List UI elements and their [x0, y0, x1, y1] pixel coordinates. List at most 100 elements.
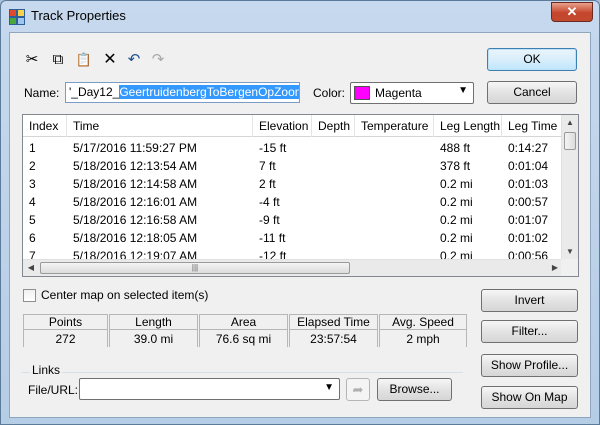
browse-button[interactable]: Browse... [377, 378, 452, 401]
stat-label: Avg. Speed [380, 315, 466, 330]
name-field[interactable]: '_Day12_GeertruidenbergToBergenOpZoom [65, 82, 300, 103]
cell-leg-length: 488 ft [440, 141, 471, 155]
scroll-up-icon[interactable]: ▲ [562, 115, 578, 131]
center-map-checkbox[interactable] [23, 289, 36, 302]
column-header-index[interactable]: Index [23, 115, 67, 137]
cell-elevation: -11 ft [259, 231, 286, 245]
cancel-button[interactable]: Cancel [487, 81, 577, 104]
horizontal-scrollbar[interactable]: ◀ ||| ▶ [23, 259, 563, 276]
cell-index: 5 [29, 213, 36, 227]
cell-temperature [355, 157, 361, 175]
horizontal-scroll-thumb[interactable]: ||| [40, 262, 350, 274]
cell-index: 2 [29, 159, 36, 173]
column-header-leg-time[interactable]: Leg Time [502, 115, 563, 137]
cell-leg-length: 0.2 mi [440, 231, 473, 245]
cell-time: 5/18/2016 12:18:05 AM [73, 231, 198, 245]
cell-index: 6 [29, 231, 36, 245]
scroll-left-icon[interactable]: ◀ [23, 260, 39, 276]
cell-depth [312, 211, 318, 229]
cell-temperature [355, 193, 361, 211]
color-swatch [354, 86, 370, 100]
stat-value: 76.6 sq mi [200, 331, 287, 347]
ok-button[interactable]: OK [487, 48, 577, 71]
cell-time: 5/18/2016 12:14:58 AM [73, 177, 198, 191]
cell-leg-time: 0:00:57 [508, 195, 549, 209]
title-bar[interactable]: Track Properties ✕ [1, 1, 599, 31]
table-header: Index Time Elevation Depth Temperature L… [23, 115, 563, 137]
name-value-selected: GeertruidenbergToBergenOpZoom [119, 85, 299, 99]
cell-index: 3 [29, 177, 36, 191]
cell-leg-time: 0:01:04 [508, 159, 549, 173]
color-select[interactable]: Magenta ▼ [350, 82, 474, 104]
cell-depth [312, 139, 318, 157]
redo-icon[interactable]: ↷ [148, 50, 168, 70]
cell-temperature [355, 175, 361, 193]
name-label: Name: [24, 86, 60, 100]
show-on-map-button[interactable]: Show On Map [481, 386, 578, 409]
window-title: Track Properties [31, 8, 126, 23]
open-link-button[interactable]: ➦ [346, 378, 370, 401]
cell-elevation: -9 ft [259, 213, 280, 227]
copy-icon[interactable]: ⧉ [48, 50, 68, 70]
filter-button[interactable]: Filter... [481, 320, 578, 343]
cell-depth [312, 193, 318, 211]
delete-icon[interactable]: ✕ [100, 50, 120, 70]
cell-leg-length: 0.2 mi [440, 195, 473, 209]
track-statistics: Points 272 Length 39.0 mi Area 76.6 sq m… [23, 314, 470, 347]
close-button[interactable]: ✕ [551, 2, 593, 22]
table-row[interactable]: 2 5/18/2016 12:13:54 AM 7 ft 378 ft 0:01:04 [23, 157, 563, 175]
vertical-scrollbar[interactable]: ▲ ▼ [561, 115, 578, 260]
show-profile-button[interactable]: Show Profile... [481, 354, 578, 377]
cell-elevation: -4 ft [259, 195, 280, 209]
cell-leg-time: 0:01:02 [508, 231, 549, 245]
cell-depth [312, 229, 318, 247]
stat-label: Length [110, 315, 197, 330]
vertical-scroll-thumb[interactable] [564, 132, 576, 150]
table-row[interactable]: 4 5/18/2016 12:16:01 AM -4 ft 0.2 mi 0:00:57 [23, 193, 563, 211]
cell-index: 1 [29, 141, 36, 155]
column-header-depth[interactable]: Depth [312, 115, 355, 137]
color-value: Magenta [375, 86, 422, 100]
cell-time: 5/18/2016 12:16:01 AM [73, 195, 198, 209]
stat-label: Elapsed Time [290, 315, 377, 330]
table-row[interactable]: 6 5/18/2016 12:18:05 AM -11 ft 0.2 mi 0:01:0… [23, 229, 563, 247]
stat-label: Area [200, 315, 287, 330]
cell-leg-time: 0:01:03 [508, 177, 549, 191]
file-url-input[interactable]: ▼ [79, 378, 340, 400]
cell-temperature [355, 211, 361, 229]
undo-icon[interactable]: ↶ [124, 50, 144, 70]
stat-area: Area 76.6 sq mi [199, 314, 288, 347]
cell-temperature [355, 139, 361, 157]
column-header-elevation[interactable]: Elevation [253, 115, 312, 137]
stat-elapsed-time: Elapsed Time 23:57:54 [289, 314, 378, 347]
cell-depth [312, 157, 318, 175]
column-header-time[interactable]: Time [67, 115, 253, 137]
table-row[interactable]: 5 5/18/2016 12:16:58 AM -9 ft 0.2 mi 0:01:07 [23, 211, 563, 229]
stat-value: 23:57:54 [290, 331, 377, 347]
table-row[interactable]: 3 5/18/2016 12:14:58 AM 2 ft 0.2 mi 0:01:03 [23, 175, 563, 193]
cell-leg-time: 0:01:07 [508, 213, 549, 227]
cell-elevation: 2 ft [259, 177, 276, 191]
trackpoint-table[interactable]: Index Time Elevation Depth Temperature L… [22, 114, 579, 277]
cut-icon[interactable]: ✂ [22, 50, 42, 70]
stat-avg-speed: Avg. Speed 2 mph [379, 314, 467, 347]
paste-icon[interactable]: 📋 [74, 50, 94, 70]
cell-time: 5/18/2016 12:13:54 AM [73, 159, 198, 173]
invert-button[interactable]: Invert [481, 289, 578, 312]
cell-leg-time: 0:14:27 [508, 141, 549, 155]
cell-depth [312, 175, 318, 193]
stat-value: 2 mph [380, 331, 466, 347]
table-row[interactable]: 1 5/17/2016 11:59:27 PM -15 ft 488 ft 0:14:2… [23, 139, 563, 157]
cell-index: 4 [29, 195, 36, 209]
cell-leg-length: 0.2 mi [440, 177, 473, 191]
stat-points: Points 272 [23, 314, 108, 347]
chevron-down-icon[interactable]: ▼ [324, 382, 334, 393]
cell-elevation: -15 ft [259, 141, 287, 155]
color-label: Color: [313, 86, 346, 100]
center-map-label[interactable]: Center map on selected item(s) [41, 288, 208, 302]
column-header-temperature[interactable]: Temperature [355, 115, 434, 137]
column-header-leg-length[interactable]: Leg Length [434, 115, 502, 137]
scrollbar-corner [561, 259, 578, 276]
scroll-down-icon[interactable]: ▼ [562, 244, 578, 260]
app-icon [9, 9, 25, 25]
